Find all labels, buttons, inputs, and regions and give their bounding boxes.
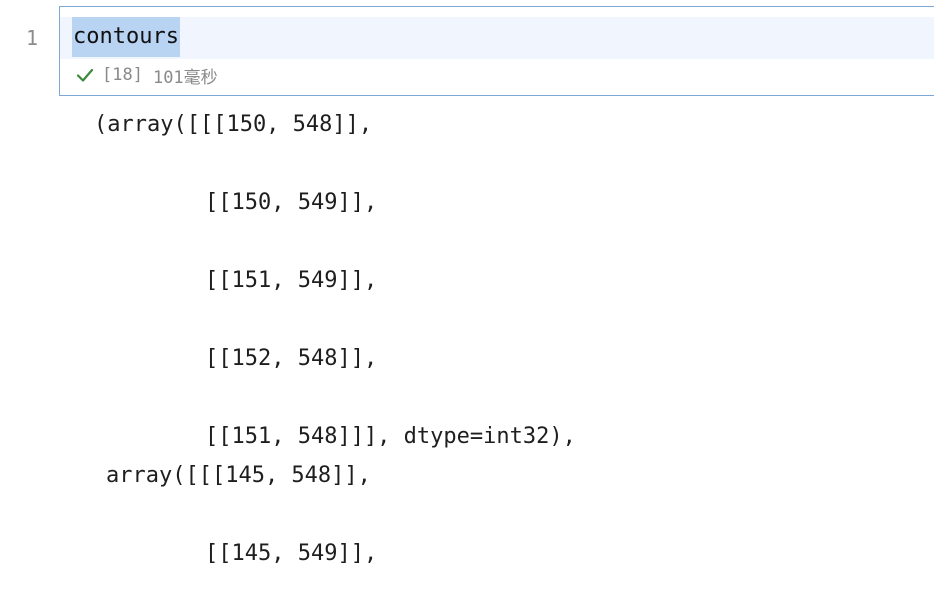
output-line: [[145, 549]], — [205, 541, 378, 566]
cell-code-selection[interactable]: contours — [72, 17, 180, 57]
check-icon — [74, 64, 96, 86]
line-number: 1 — [26, 26, 39, 50]
code-cell[interactable]: contours [18] 101毫秒 — [59, 6, 934, 96]
output-line: [[151, 549]], — [205, 268, 378, 293]
execution-status: [18] 101毫秒 — [74, 63, 218, 88]
cell-input-area[interactable] — [60, 17, 934, 59]
output-line: [[152, 548]], — [205, 346, 378, 371]
output-line: (array([[[150, 548]], — [94, 112, 373, 137]
output-line: array([[[145, 548]], — [106, 463, 371, 488]
output-line: [[150, 549]], — [205, 190, 378, 215]
execution-count: [18] — [102, 65, 143, 85]
output-line: [[151, 548]]], dtype=int32), — [205, 424, 576, 449]
cell-output: (array([[[150, 548]], [[150, 549]], [[15… — [0, 96, 934, 603]
execution-duration: 101毫秒 — [152, 67, 218, 88]
